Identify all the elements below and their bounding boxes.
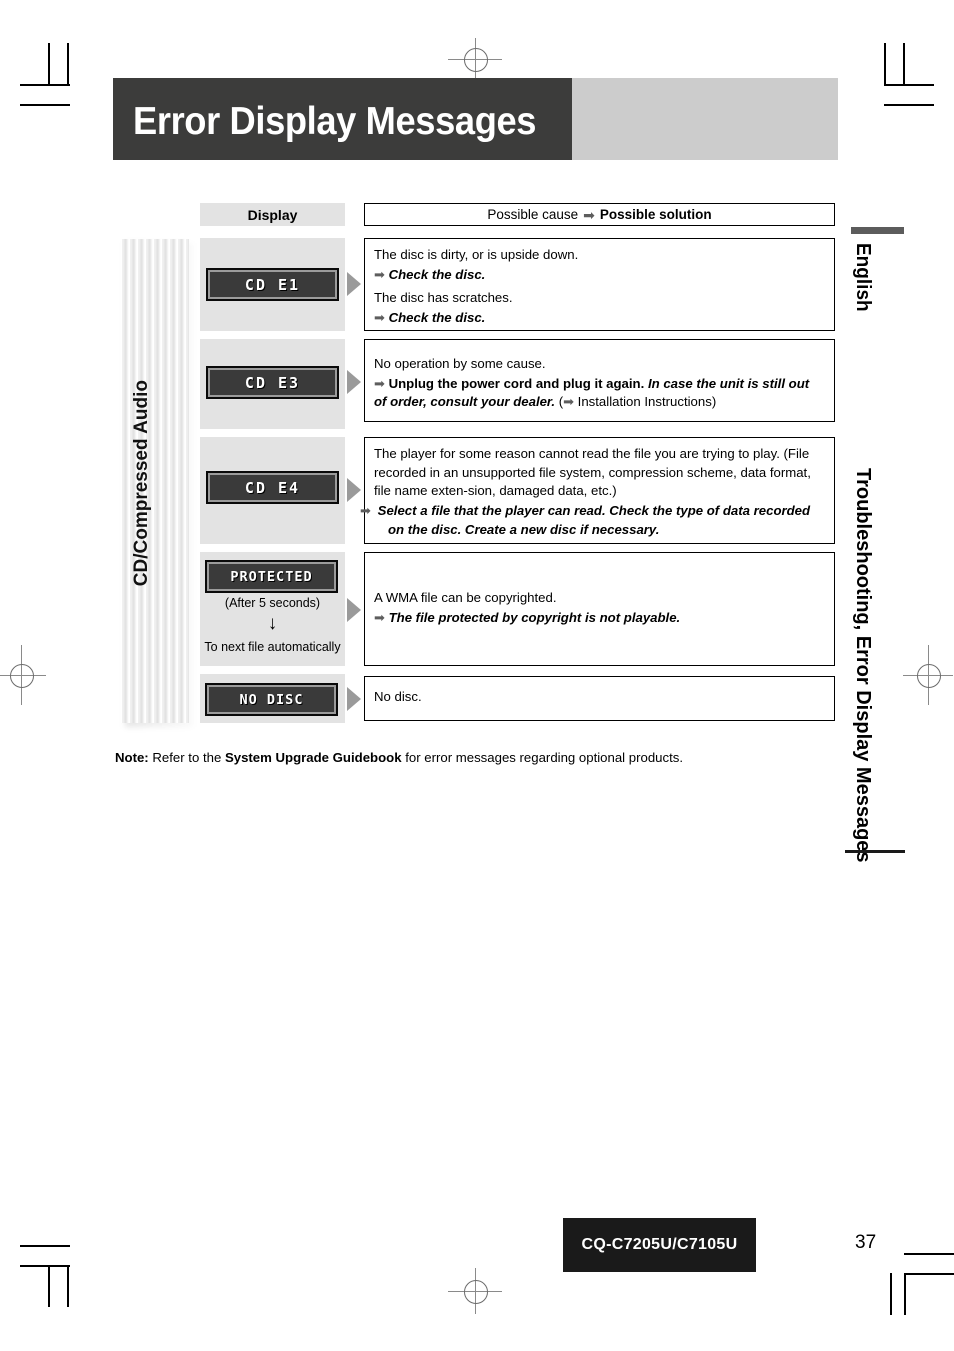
lcd-display-protected: PROTECTED bbox=[205, 560, 338, 593]
section-label: Troubleshooting, Error Display Messages bbox=[852, 468, 874, 863]
arrow-right-icon: ➡ bbox=[563, 394, 574, 410]
category-label: CD/Compressed Audio bbox=[131, 380, 152, 587]
arrow-right-icon: ➡ bbox=[374, 375, 385, 391]
footnote-before: Refer to the bbox=[148, 750, 225, 765]
registration-mark-right bbox=[903, 645, 953, 705]
solution-tail-text: Installation Instructions bbox=[577, 394, 712, 410]
column-header-cause-solution: Possible cause ➡ Possible solution bbox=[364, 203, 835, 226]
lcd-text: NO DISC bbox=[239, 691, 304, 708]
lcd-display-cd-e4: CD E4 bbox=[206, 471, 339, 504]
lcd-text: CD E4 bbox=[244, 478, 301, 497]
language-label: English bbox=[852, 243, 874, 312]
english-rule bbox=[851, 227, 904, 234]
lcd-text: CD E1 bbox=[244, 275, 301, 294]
header-banner-grey bbox=[572, 78, 838, 160]
cause-header-text: Possible cause bbox=[487, 207, 579, 222]
model-badge: CQ-C7205U/C7105U bbox=[563, 1218, 756, 1272]
solution-tail: (➡ Installation Instructions) bbox=[559, 394, 717, 409]
solution-header-text: Possible solution bbox=[599, 207, 712, 222]
footnote-after: for error messages regarding optional pr… bbox=[401, 750, 684, 765]
cause-line: The player for some reason cannot read t… bbox=[374, 446, 811, 499]
solution-line: ➡ Select a file that the player can read… bbox=[360, 503, 811, 537]
page-title: Error Display Messages bbox=[133, 100, 537, 143]
column-header-display: Display bbox=[200, 203, 345, 226]
cause-line: No disc. bbox=[374, 689, 422, 704]
arrow-right-icon: ➡ bbox=[374, 310, 385, 326]
lcd-display-no-disc: NO DISC bbox=[205, 683, 338, 716]
solution-text: Check the disc. bbox=[388, 310, 486, 326]
flow-triangle-icon bbox=[347, 687, 361, 711]
protected-timer-note: (After 5 seconds) bbox=[224, 596, 321, 610]
arrow-down-icon: ↓ bbox=[267, 613, 278, 634]
footnote-bold: System Upgrade Guidebook bbox=[224, 750, 402, 765]
solution-text: Select a file that the player can read. … bbox=[377, 503, 811, 537]
section-rule bbox=[845, 850, 905, 853]
lcd-text: CD E3 bbox=[244, 373, 301, 392]
lcd-text: PROTECTED bbox=[230, 568, 313, 585]
solution-line: ➡ Unplug the power cord and plug it agai… bbox=[374, 375, 824, 412]
flow-triangle-icon bbox=[347, 272, 361, 296]
arrow-right-icon: ➡ bbox=[374, 609, 385, 625]
cause-solution-cell: A WMA file can be copyrighted. ➡ The fil… bbox=[364, 552, 835, 666]
cause-line: A WMA file can be copyrighted. bbox=[374, 590, 557, 605]
page-number: 37 bbox=[855, 1232, 877, 1253]
flow-triangle-icon bbox=[347, 478, 361, 502]
solution-line: ➡ Check the disc. bbox=[374, 309, 824, 328]
solution-line: ➡ The file protected by copyright is not… bbox=[374, 609, 824, 628]
lcd-display-cd-e1: CD E1 bbox=[206, 268, 339, 301]
solution-text: The file protected by copyright is not p… bbox=[388, 609, 681, 625]
model-text: CQ-C7205U/C7105U bbox=[581, 1236, 738, 1253]
registration-mark-top bbox=[448, 38, 502, 80]
cause-solution-cell: No operation by some cause. ➡ Unplug the… bbox=[364, 339, 835, 422]
footnote-label: Note: bbox=[115, 750, 149, 765]
solution-line: ➡ Check the disc. bbox=[374, 266, 824, 285]
protected-next-file-note: To next file automatically bbox=[204, 640, 341, 654]
cause-line: The disc is dirty, or is upside down. bbox=[374, 247, 579, 262]
cause-line: No operation by some cause. bbox=[374, 356, 546, 371]
solution-text: Check the disc. bbox=[388, 266, 486, 282]
solution-text: Unplug the power cord and plug it again. bbox=[388, 375, 645, 391]
cause-line: The disc has scratches. bbox=[374, 290, 513, 306]
flow-triangle-icon bbox=[347, 370, 361, 394]
flow-triangle-icon bbox=[347, 598, 361, 622]
registration-mark-left bbox=[0, 645, 46, 705]
registration-mark-bottom bbox=[448, 1268, 502, 1314]
arrow-right-icon: ➡ bbox=[583, 206, 595, 223]
footnote: Note: Refer to the System Upgrade Guideb… bbox=[115, 750, 683, 765]
cause-solution-cell: The player for some reason cannot read t… bbox=[360, 437, 835, 544]
cause-solution-cell: The disc is dirty, or is upside down. ➡ … bbox=[364, 238, 835, 331]
cause-solution-cell: No disc. bbox=[364, 676, 835, 721]
lcd-display-cd-e3: CD E3 bbox=[206, 366, 339, 399]
arrow-right-icon: ➡ bbox=[374, 266, 385, 282]
page-canvas: Error Display Messages English Troublesh… bbox=[0, 0, 954, 1351]
